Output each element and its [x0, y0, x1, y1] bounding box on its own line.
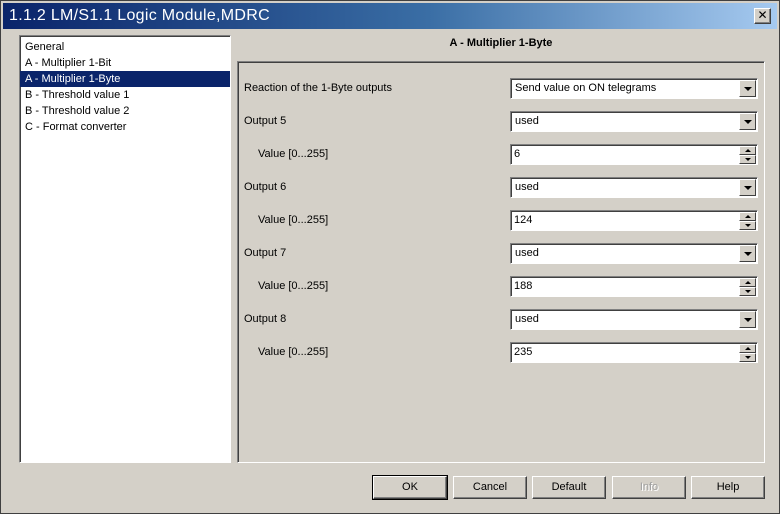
chevron-down-icon — [744, 120, 752, 124]
tree-item-general[interactable]: General — [20, 39, 230, 55]
spin-up-button[interactable] — [739, 278, 756, 287]
chevron-down-icon — [744, 186, 752, 190]
dropdown-button[interactable] — [739, 80, 756, 97]
parameter-tree[interactable]: General A - Multiplier 1-Bit A - Multipl… — [19, 35, 231, 463]
param-label: Value [0...255] — [258, 346, 329, 358]
tree-item-threshold-value-1[interactable]: B - Threshold value 1 — [20, 87, 230, 103]
param-row: Output 5 used — [238, 111, 764, 133]
spin-down-button[interactable] — [739, 287, 756, 296]
output-5-dropdown[interactable]: used — [510, 111, 758, 132]
tree-item-multiplier-1byte[interactable]: A - Multiplier 1-Byte — [20, 71, 230, 87]
param-row: Value [0...255] 124 — [238, 210, 764, 232]
ok-button[interactable]: OK — [372, 475, 448, 500]
param-row: Value [0...255] 6 — [238, 144, 764, 166]
dropdown-value: used — [515, 313, 539, 325]
chevron-down-icon — [745, 158, 751, 161]
param-label: Output 7 — [244, 247, 287, 259]
default-button[interactable]: Default — [532, 476, 606, 499]
param-label: Reaction of the 1-Byte outputs — [244, 82, 392, 94]
spinbox-value: 188 — [514, 280, 533, 292]
dropdown-value: used — [515, 247, 539, 259]
spin-down-button[interactable] — [739, 221, 756, 230]
dropdown-button[interactable] — [739, 311, 756, 328]
reaction-dropdown[interactable]: Send value on ON telegrams — [510, 78, 758, 99]
output-6-dropdown[interactable]: used — [510, 177, 758, 198]
close-button[interactable]: ✕ — [754, 8, 771, 24]
info-button[interactable]: Info — [612, 476, 686, 499]
close-icon: ✕ — [757, 8, 768, 22]
param-row: Reaction of the 1-Byte outputs Send valu… — [238, 78, 764, 100]
chevron-up-icon — [745, 215, 751, 218]
tree-item-threshold-value-2[interactable]: B - Threshold value 2 — [20, 103, 230, 119]
chevron-down-icon — [745, 290, 751, 293]
output-7-value-spinbox[interactable]: 188 — [510, 276, 758, 297]
chevron-up-icon — [745, 347, 751, 350]
dropdown-button[interactable] — [739, 113, 756, 130]
spin-up-button[interactable] — [739, 344, 756, 353]
spin-up-button[interactable] — [739, 146, 756, 155]
cancel-button[interactable]: Cancel — [453, 476, 527, 499]
param-label: Output 5 — [244, 115, 287, 127]
chevron-down-icon — [745, 224, 751, 227]
chevron-up-icon — [745, 149, 751, 152]
param-row: Output 8 used — [238, 309, 764, 331]
chevron-down-icon — [744, 318, 752, 322]
title-bar[interactable]: 1.1.2 LM/S1.1 Logic Module,MDRC ✕ — [3, 3, 777, 29]
param-label: Output 8 — [244, 313, 287, 325]
param-row: Output 7 used — [238, 243, 764, 265]
tree-item-multiplier-1bit[interactable]: A - Multiplier 1-Bit — [20, 55, 230, 71]
window-title: 1.1.2 LM/S1.1 Logic Module,MDRC — [9, 7, 270, 24]
help-button[interactable]: Help — [691, 476, 765, 499]
dropdown-value: used — [515, 115, 539, 127]
spin-down-button[interactable] — [739, 155, 756, 164]
output-6-value-spinbox[interactable]: 124 — [510, 210, 758, 231]
param-row: Value [0...255] 188 — [238, 276, 764, 298]
dropdown-value: Send value on ON telegrams — [515, 82, 657, 94]
param-label: Value [0...255] — [258, 148, 329, 160]
param-label: Value [0...255] — [258, 280, 329, 292]
output-8-value-spinbox[interactable]: 235 — [510, 342, 758, 363]
dropdown-value: used — [515, 181, 539, 193]
param-label: Output 6 — [244, 181, 287, 193]
output-8-dropdown[interactable]: used — [510, 309, 758, 330]
chevron-down-icon — [745, 356, 751, 359]
output-5-value-spinbox[interactable]: 6 — [510, 144, 758, 165]
spinbox-value: 6 — [514, 148, 521, 160]
tree-item-format-converter[interactable]: C - Format converter — [20, 119, 230, 135]
output-7-dropdown[interactable]: used — [510, 243, 758, 264]
chevron-down-icon — [744, 252, 752, 256]
dropdown-button[interactable] — [739, 179, 756, 196]
page-title: A - Multiplier 1-Byte — [449, 37, 553, 49]
dropdown-button[interactable] — [739, 245, 756, 262]
parameter-panel: Reaction of the 1-Byte outputs Send valu… — [237, 61, 765, 463]
spinbox-value: 235 — [514, 346, 533, 358]
param-label: Value [0...255] — [258, 214, 329, 226]
spin-up-button[interactable] — [739, 212, 756, 221]
dialog-window: 1.1.2 LM/S1.1 Logic Module,MDRC ✕ Genera… — [0, 0, 780, 514]
chevron-up-icon — [745, 281, 751, 284]
param-row: Value [0...255] 235 — [238, 342, 764, 364]
spinbox-value: 124 — [514, 214, 533, 226]
spin-down-button[interactable] — [739, 353, 756, 362]
chevron-down-icon — [744, 87, 752, 91]
param-row: Output 6 used — [238, 177, 764, 199]
